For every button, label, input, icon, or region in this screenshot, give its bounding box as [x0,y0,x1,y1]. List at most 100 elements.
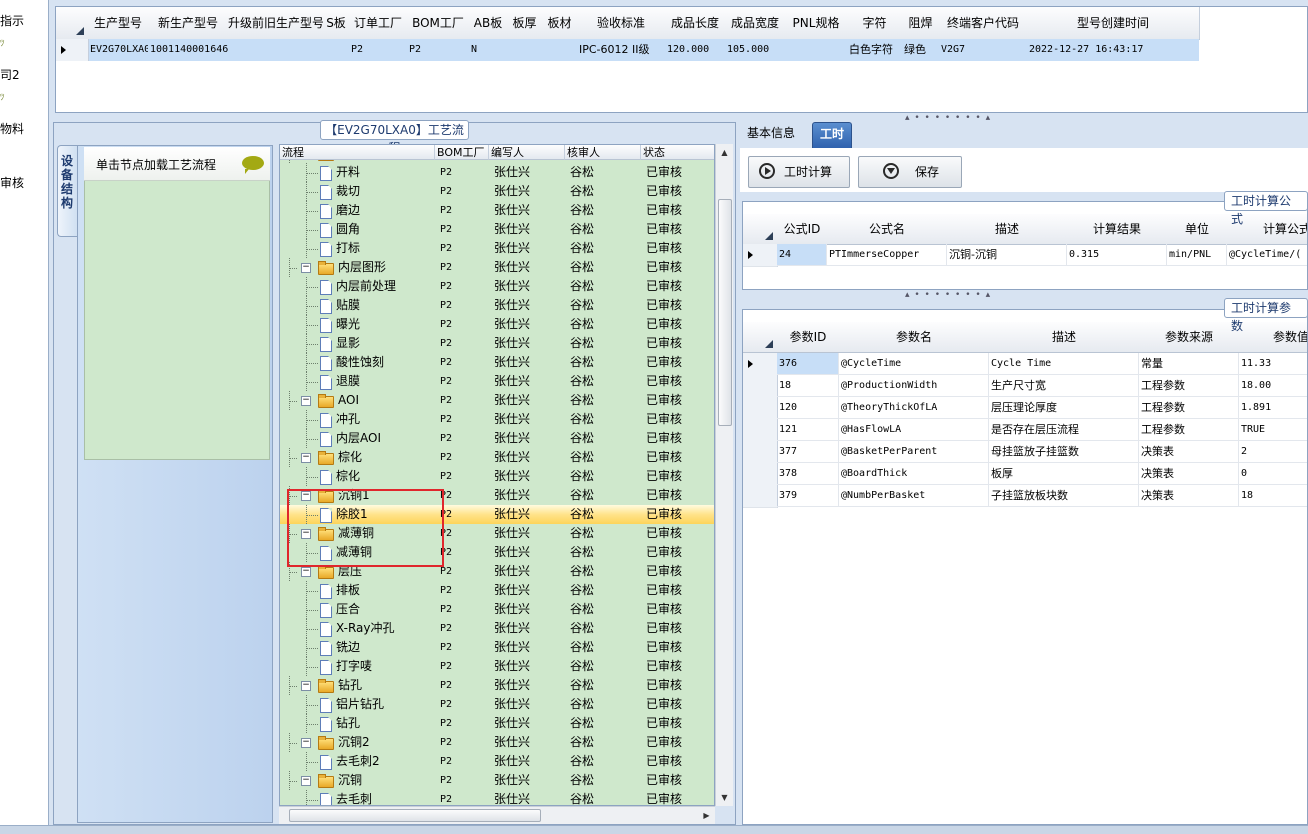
formula-cell[interactable]: 0.315 [1067,244,1167,266]
column-header[interactable]: 描述 [947,214,1068,245]
column-header[interactable]: 参数名 [839,322,990,353]
column-header[interactable]: 阻焊 [902,7,940,40]
column-header[interactable]: 终端客户代码 [939,7,1028,40]
tab-equipment-structure[interactable]: 设备结构 [57,145,78,237]
param-cell[interactable]: 是否存在层压流程 [989,419,1139,441]
column-header[interactable]: 参数值 [1239,322,1307,353]
column-header[interactable]: 编写人 [489,145,565,160]
grid-cell[interactable]: P2 [407,39,469,61]
scroll-right-icon[interactable]: ▶ [699,808,714,823]
grid-cell[interactable] [228,39,323,61]
collapse-icon[interactable]: − [301,776,311,786]
column-header[interactable]: 公式ID [777,214,828,245]
left-nav-item[interactable]: 物料 [0,120,24,137]
tree-row[interactable]: 磨边 P2 张仕兴 谷松 已审核 [280,201,714,220]
param-cell[interactable]: 生产尺寸宽 [989,375,1139,397]
column-header[interactable]: 公式名 [827,214,948,245]
param-cell[interactable]: TRUE [1239,419,1307,441]
tree-row[interactable]: 去毛刺2 P2 张仕兴 谷松 已审核 [280,752,714,771]
column-header[interactable]: PNL规格 [785,7,848,40]
column-header[interactable]: 字符 [847,7,903,40]
tree-row[interactable]: 曝光 P2 张仕兴 谷松 已审核 [280,315,714,334]
column-header[interactable]: 计算结果 [1067,214,1168,245]
column-header[interactable]: 型号创建时间 [1027,7,1200,40]
column-header[interactable]: AB板 [469,7,508,40]
tree-row[interactable]: 铝片钻孔 P2 张仕兴 谷松 已审核 [280,695,714,714]
param-cell[interactable]: 工程参数 [1139,375,1239,397]
tree-horizontal-scrollbar[interactable]: ▶ [279,806,715,824]
tree-row[interactable]: 裁切 P2 张仕兴 谷松 已审核 [280,182,714,201]
param-cell[interactable]: 120 [777,397,839,419]
grid-cell[interactable]: 绿色 [902,39,939,61]
grid-cell[interactable]: 120.000 [665,39,725,61]
tree-row[interactable]: 铣边 P2 张仕兴 谷松 已审核 [280,638,714,657]
param-cell[interactable]: 层压理论厚度 [989,397,1139,419]
tree-row[interactable]: X-Ray冲孔 P2 张仕兴 谷松 已审核 [280,619,714,638]
grid-cell[interactable] [785,39,847,61]
grid-cell[interactable] [507,39,542,61]
column-header[interactable]: 板厚 [507,7,543,40]
param-cell[interactable]: 工程参数 [1139,397,1239,419]
splitter-handle-right[interactable]: ▴ • • • • • • • ▴ [905,290,991,300]
param-cell[interactable]: 376 [777,353,839,375]
column-header[interactable]: 参数ID [777,322,840,353]
param-cell[interactable]: 工程参数 [1139,419,1239,441]
param-cell[interactable]: 子挂篮放板块数 [989,485,1139,507]
column-header[interactable]: 升级前旧生产型号 [228,7,324,40]
param-cell[interactable]: 决策表 [1139,485,1239,507]
tree-row[interactable]: 排板 P2 张仕兴 谷松 已审核 [280,581,714,600]
grid-cell[interactable]: 105.000 [725,39,785,61]
left-nav-item[interactable]: 司2 [0,66,20,83]
param-cell[interactable]: @HasFlowLA [839,419,989,441]
column-header[interactable]: 成品宽度 [725,7,786,40]
formula-cell[interactable]: 沉铜-沉铜 [947,244,1067,266]
scroll-down-icon[interactable]: ▼ [717,790,732,805]
tree-row[interactable]: 去毛刺 P2 张仕兴 谷松 已审核 [280,790,714,805]
param-cell[interactable]: 18 [777,375,839,397]
formula-cell[interactable]: @CycleTime/( [1227,244,1307,266]
scroll-thumb[interactable] [718,199,732,426]
column-header[interactable]: 描述 [989,322,1140,353]
grid-cell[interactable]: EV2G70LXA0 [88,39,148,61]
param-cell[interactable]: 18 [1239,485,1307,507]
collapse-icon[interactable]: − [301,396,311,406]
collapse-icon[interactable]: − [301,263,311,273]
grid-cell[interactable]: 白色字符 [847,39,902,61]
tree-row[interactable]: 冲孔 P2 张仕兴 谷松 已审核 [280,410,714,429]
column-header[interactable]: 流程 [280,145,435,160]
tree-row[interactable]: 打标 P2 张仕兴 谷松 已审核 [280,239,714,258]
column-header[interactable]: 新生产型号 [148,7,229,40]
process-tree-grid[interactable]: −开料P2张仕兴谷松已审核开料P2张仕兴谷松已审核裁切P2张仕兴谷松已审核磨边P… [279,144,715,806]
column-header[interactable]: BOM工厂 [407,7,470,40]
param-cell[interactable]: 常量 [1139,353,1239,375]
tree-row[interactable]: − 沉铜2 P2 张仕兴 谷松 已审核 [280,733,714,752]
grid-cell[interactable]: IPC-6012 II级 [577,39,665,61]
grid-cell[interactable]: 2022-12-27 16:43:17 [1027,39,1199,61]
param-cell[interactable]: 板厚 [989,463,1139,485]
tree-row[interactable]: 打字唛 P2 张仕兴 谷松 已审核 [280,657,714,676]
save-button[interactable]: 保存 [858,156,962,188]
param-cell[interactable]: @CycleTime [839,353,989,375]
tree-row[interactable]: 内层前处理 P2 张仕兴 谷松 已审核 [280,277,714,296]
tree-row[interactable]: 钻孔 P2 张仕兴 谷松 已审核 [280,714,714,733]
column-header[interactable]: 板材 [542,7,578,40]
calc-hours-button[interactable]: 工时计算 [748,156,850,188]
tree-row[interactable]: − 棕化 P2 张仕兴 谷松 已审核 [280,448,714,467]
column-header[interactable]: 验收标准 [577,7,666,40]
param-cell[interactable]: 决策表 [1139,463,1239,485]
param-cell[interactable]: 378 [777,463,839,485]
collapse-icon[interactable]: − [301,567,311,577]
param-cell[interactable]: 2 [1239,441,1307,463]
param-cell[interactable]: @TheoryThickOfLA [839,397,989,419]
left-nav-item[interactable]: 指示 [0,12,24,29]
collapse-icon[interactable]: − [301,738,311,748]
tree-row[interactable]: 贴膜 P2 张仕兴 谷松 已审核 [280,296,714,315]
tree-row[interactable]: 开料 P2 张仕兴 谷松 已审核 [280,163,714,182]
grid-cell[interactable] [323,39,349,61]
formula-cell[interactable]: min/PNL [1167,244,1227,266]
tree-row[interactable]: 内层AOI P2 张仕兴 谷松 已审核 [280,429,714,448]
column-header[interactable]: 参数来源 [1139,322,1240,353]
grid-cell[interactable] [542,39,577,61]
formula-cell[interactable]: PTImmerseCopper [827,244,947,266]
tree-row[interactable]: 压合 P2 张仕兴 谷松 已审核 [280,600,714,619]
